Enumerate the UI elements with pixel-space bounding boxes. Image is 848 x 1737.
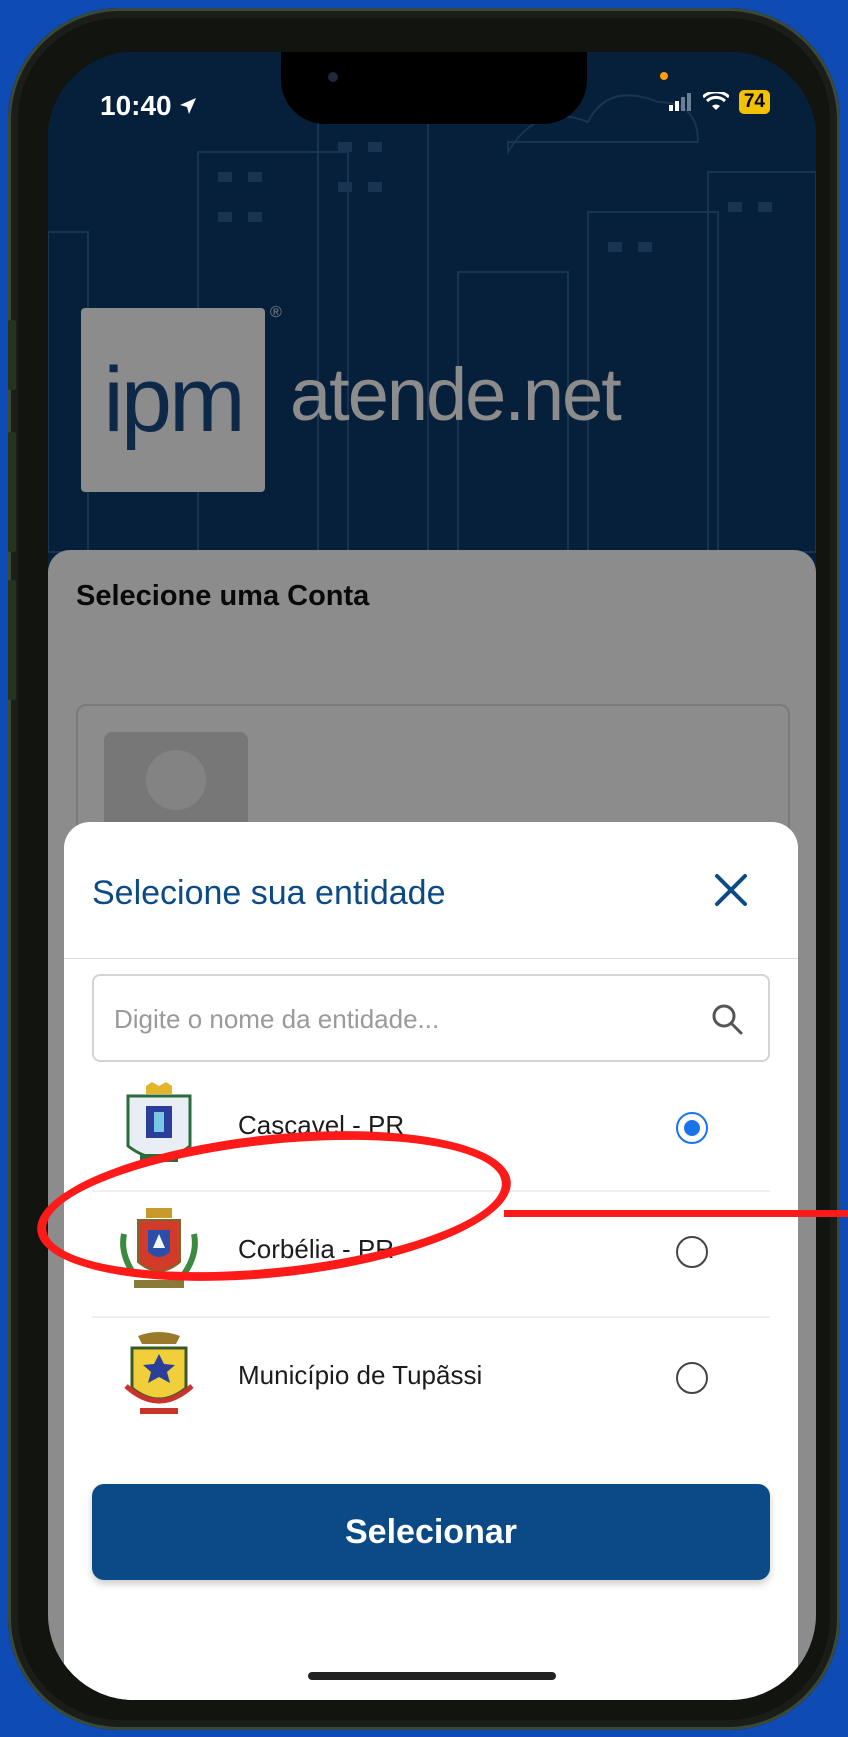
entity-search-input[interactable] bbox=[112, 996, 676, 1042]
annotation-pointer-line bbox=[504, 1210, 848, 1217]
select-button[interactable]: Selecionar bbox=[92, 1484, 770, 1580]
time-text: 10:40 bbox=[100, 90, 172, 121]
search-icon[interactable] bbox=[710, 1002, 744, 1036]
sheet-divider bbox=[64, 958, 798, 959]
signal-icon bbox=[668, 93, 691, 111]
wifi-icon bbox=[702, 92, 729, 110]
entity-name-label: Município de Tupãssi bbox=[238, 1360, 483, 1390]
entity-option-tupassi[interactable]: Município de Tupãssi bbox=[92, 1322, 770, 1432]
tupassi-coat-of-arms-icon bbox=[124, 1332, 194, 1414]
sheet-title: Selecione sua entidade bbox=[92, 874, 446, 912]
row-divider bbox=[92, 1316, 770, 1318]
status-icons: 74 bbox=[668, 90, 770, 114]
radio-selected[interactable] bbox=[676, 1112, 708, 1144]
close-icon bbox=[715, 874, 747, 906]
home-indicator bbox=[308, 1672, 556, 1680]
status-time: 10:40 bbox=[100, 90, 198, 122]
location-arrow-icon bbox=[179, 98, 196, 114]
entity-search-field[interactable] bbox=[92, 974, 770, 1062]
volume-down-button bbox=[8, 580, 16, 700]
volume-up-button bbox=[8, 432, 16, 552]
close-button[interactable] bbox=[708, 870, 754, 916]
radio-unselected[interactable] bbox=[676, 1236, 708, 1268]
app-screen: ipm ® atende.net 10:40 74 Selecione uma … bbox=[48, 52, 816, 1700]
mute-switch bbox=[8, 320, 16, 390]
camera-dot bbox=[328, 72, 338, 82]
phone-frame: ipm ® atende.net 10:40 74 Selecione uma … bbox=[8, 8, 840, 1730]
battery-indicator: 74 bbox=[738, 90, 770, 114]
notch bbox=[281, 52, 587, 124]
radio-unselected[interactable] bbox=[676, 1362, 708, 1394]
privacy-indicator-dot bbox=[660, 72, 668, 80]
